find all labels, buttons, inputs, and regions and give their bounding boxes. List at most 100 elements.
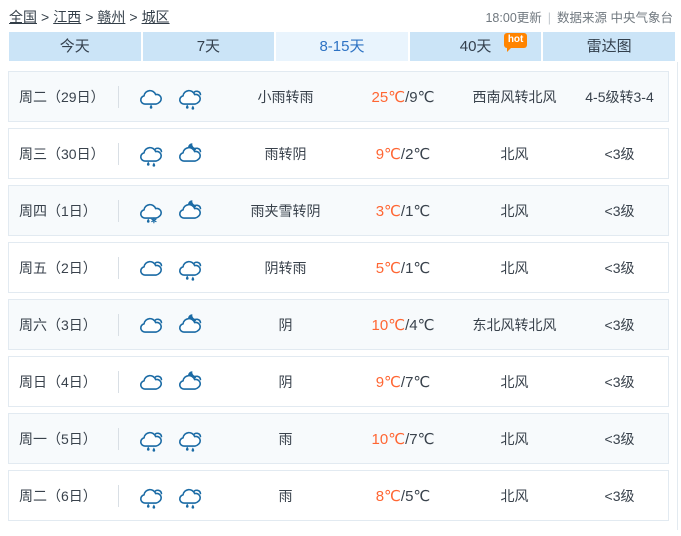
breadcrumb: 全国 > 江西 > 赣州 > 城区 — [9, 7, 170, 27]
update-time: 18:00更新 — [485, 11, 542, 25]
forecast-row: 周三（30日） 雨转阴 9℃/2℃ 北风 <3级 — [8, 128, 669, 179]
update-info: 18:00更新 | 数据来源 中央气象台 — [485, 7, 673, 26]
meta-divider: | — [547, 11, 552, 25]
data-source: 数据来源 中央气象台 — [557, 11, 673, 25]
temp-high: 10℃ — [371, 430, 406, 448]
forecast-row: 周六（3日） 阴 10℃/4℃ 东北风转北风 <3级 — [8, 299, 669, 350]
hot-badge: hot — [503, 33, 528, 52]
temp-high: 8℃ — [375, 487, 401, 505]
cloud-icon — [137, 255, 167, 281]
temp-low: /2℃ — [400, 145, 431, 163]
cloud-rain-icon — [137, 141, 167, 167]
forecast-list: 周二（29日） 小雨转雨 25℃/9℃ 西南风转北风 4-5级转3-4 周三（3… — [8, 71, 669, 521]
forecast-row: 周四（1日） 雨夹雪转阴 3℃/1℃ 北风 <3级 — [8, 185, 669, 236]
temperature: 25℃/9℃ — [348, 88, 458, 106]
temp-low: /9℃ — [405, 88, 435, 106]
top-bar: 全国 > 江西 > 赣州 > 城区 18:00更新 | 数据来源 中央气象台 — [0, 0, 681, 32]
temp-low: /1℃ — [400, 259, 431, 277]
cloud-rain-light-icon — [137, 84, 167, 110]
wind-direction: 西南风转北风 — [472, 88, 557, 105]
forecast-row: 周一（5日） 雨 10℃/7℃ 北风 <3级 — [8, 413, 669, 464]
wind-level: <3级 — [604, 430, 635, 447]
temp-high: 9℃ — [375, 145, 401, 163]
weather-text: 小雨转雨 — [257, 88, 314, 105]
forecast-row: 周日（4日） 阴 9℃/7℃ 北风 <3级 — [8, 356, 669, 407]
temp-low: /7℃ — [405, 430, 435, 448]
forecast-row: 周五（2日） 阴转雨 5℃/1℃ 北风 <3级 — [8, 242, 669, 293]
weather-text: 雨 — [278, 430, 293, 447]
temp-low: /1℃ — [400, 202, 431, 220]
tab-40day[interactable]: 40天 hot — [409, 32, 542, 61]
wind-level: <3级 — [604, 145, 635, 162]
breadcrumb-link-city[interactable]: 赣州 — [97, 9, 125, 25]
temp-low: /5℃ — [400, 487, 431, 505]
day-label: 周日（4日） — [19, 373, 97, 390]
temperature: 3℃/1℃ — [348, 202, 458, 220]
day-label: 周四（1日） — [19, 202, 97, 219]
day-label: 周五（2日） — [19, 259, 97, 276]
day-label: 周二（29日） — [19, 88, 105, 105]
tab-8-15day[interactable]: 8-15天 — [276, 32, 408, 61]
wind-level: <3级 — [604, 259, 635, 276]
wind-direction: 北风 — [500, 259, 529, 276]
breadcrumb-separator: > — [85, 8, 94, 25]
wind-level: <3级 — [604, 373, 635, 390]
cloud-moon-icon — [176, 141, 206, 167]
breadcrumb-separator: > — [129, 8, 138, 25]
temp-high: 9℃ — [375, 373, 401, 391]
temp-high: 10℃ — [371, 316, 406, 334]
cloud-icon — [137, 369, 167, 395]
forecast-tabs: 今天 7天 8-15天 40天 hot 雷达图 — [9, 32, 675, 61]
page-divider-line — [677, 62, 678, 530]
temp-high: 5℃ — [375, 259, 401, 277]
cloud-rain-icon — [137, 426, 167, 452]
temp-low: /7℃ — [400, 373, 431, 391]
temp-high: 25℃ — [371, 88, 406, 106]
wind-direction: 东北风转北风 — [472, 316, 557, 333]
forecast-row: 周二（29日） 小雨转雨 25℃/9℃ 西南风转北风 4-5级转3-4 — [8, 71, 669, 122]
weather-text: 阴 — [278, 373, 293, 390]
temperature: 8℃/5℃ — [348, 487, 458, 505]
wind-level: <3级 — [604, 202, 635, 219]
temp-high: 3℃ — [375, 202, 401, 220]
wind-level: <3级 — [604, 487, 635, 504]
weather-text: 阴 — [278, 316, 293, 333]
temperature: 9℃/2℃ — [348, 145, 458, 163]
wind-level: 4-5级转3-4 — [585, 88, 654, 105]
tab-today[interactable]: 今天 — [9, 32, 141, 61]
breadcrumb-link-province[interactable]: 江西 — [53, 9, 81, 25]
cloud-icon — [137, 312, 167, 338]
forecast-row: 周二（6日） 雨 8℃/5℃ 北风 <3级 — [8, 470, 669, 521]
cloud-moon-icon — [176, 369, 206, 395]
temperature: 9℃/7℃ — [348, 373, 458, 391]
day-label: 周六（3日） — [19, 316, 97, 333]
temperature: 10℃/7℃ — [348, 430, 458, 448]
weather-text: 雨夹雪转阴 — [250, 202, 321, 219]
cloud-moon-icon — [176, 312, 206, 338]
temp-low: /4℃ — [405, 316, 435, 334]
day-label: 周三（30日） — [19, 145, 105, 162]
cloud-rain-icon — [176, 255, 206, 281]
breadcrumb-link-country[interactable]: 全国 — [9, 9, 37, 25]
wind-direction: 北风 — [500, 202, 529, 219]
cloud-rain-icon — [176, 483, 206, 509]
wind-direction: 北风 — [500, 487, 529, 504]
weather-text: 雨 — [278, 487, 293, 504]
weather-text: 雨转阴 — [264, 145, 307, 162]
wind-direction: 北风 — [500, 430, 529, 447]
cloud-rain-icon — [176, 426, 206, 452]
cloud-rain-icon — [137, 483, 167, 509]
tab-radar[interactable]: 雷达图 — [543, 32, 675, 61]
weather-text: 阴转雨 — [264, 259, 307, 276]
day-label: 周一（5日） — [19, 430, 97, 447]
wind-direction: 北风 — [500, 373, 529, 390]
breadcrumb-link-district[interactable]: 城区 — [142, 9, 170, 25]
cloud-moon-icon — [176, 198, 206, 224]
wind-level: <3级 — [604, 316, 635, 333]
tab-7day[interactable]: 7天 — [142, 32, 275, 61]
breadcrumb-separator: > — [41, 8, 50, 25]
wind-direction: 北风 — [500, 145, 529, 162]
tab-40day-label: 40天 — [459, 38, 492, 55]
cloud-rain-icon — [176, 84, 206, 110]
temperature: 10℃/4℃ — [348, 316, 458, 334]
